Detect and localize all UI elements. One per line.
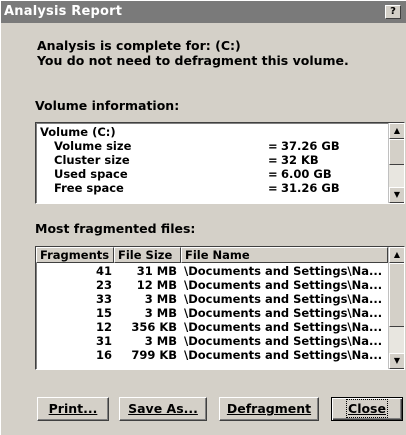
title-bar[interactable]: Analysis Report ?	[1, 1, 406, 23]
free-space-value: 31.26 GB	[281, 181, 340, 195]
table-row[interactable]: 41 31 MB \Documents and Settings\Na...	[36, 264, 388, 278]
file-rows: 41 31 MB \Documents and Settings\Na... 2…	[36, 264, 388, 362]
file-size-cell: 356 KB	[131, 320, 177, 334]
column-header-file-size[interactable]: File Size	[114, 247, 181, 263]
file-name-cell: \Documents and Settings\Na...	[184, 306, 383, 320]
column-header-fragments[interactable]: Fragments	[36, 247, 114, 263]
volume-row-used: Used space = 6.00 GB	[40, 167, 388, 181]
volume-size-label: Volume size	[54, 139, 132, 153]
defragment-button[interactable]: Defragment	[219, 397, 319, 421]
scroll-down-arrow-icon[interactable]: ▼	[389, 353, 404, 369]
volume-size-value: 37.26 GB	[281, 139, 340, 153]
file-size-cell: 12 MB	[136, 278, 177, 292]
file-name-cell: \Documents and Settings\Na...	[184, 348, 383, 362]
volume-info-scrollbar[interactable]: ▲ ▼	[388, 123, 404, 203]
volume-info-label: Volume information:	[35, 98, 180, 113]
file-name-cell: \Documents and Settings\Na...	[184, 334, 383, 348]
file-name-cell: \Documents and Settings\Na...	[184, 278, 383, 292]
file-size-cell: 3 MB	[144, 334, 177, 348]
window-title: Analysis Report	[4, 4, 123, 19]
fragmented-files-list[interactable]: Fragments File Size File Name 41 31 MB \…	[35, 246, 405, 370]
file-name-cell: \Documents and Settings\Na...	[184, 264, 383, 278]
file-size-cell: 3 MB	[144, 306, 177, 320]
free-space-label: Free space	[54, 181, 124, 195]
table-row[interactable]: 33 3 MB \Documents and Settings\Na...	[36, 292, 388, 306]
save-as-button-label: Save As...	[128, 401, 198, 416]
scroll-down-arrow-icon[interactable]: ▼	[389, 187, 404, 203]
scroll-up-arrow-icon[interactable]: ▲	[389, 123, 404, 139]
volume-row-free: Free space = 31.26 GB	[40, 181, 388, 195]
fragmented-files-label: Most fragmented files:	[35, 221, 196, 236]
file-size-cell: 3 MB	[144, 292, 177, 306]
column-header-file-name[interactable]: File Name	[181, 247, 388, 263]
table-row[interactable]: 12 356 KB \Documents and Settings\Na...	[36, 320, 388, 334]
help-button[interactable]: ?	[385, 5, 401, 19]
fragments-cell: 12	[95, 320, 112, 334]
file-size-cell: 799 KB	[131, 348, 177, 362]
file-name-cell: \Documents and Settings\Na...	[184, 292, 383, 306]
cluster-size-value: 32 KB	[281, 153, 319, 167]
fragments-cell: 15	[95, 306, 112, 320]
print-button-label: Print...	[48, 401, 98, 416]
file-size-cell: 31 MB	[136, 264, 177, 278]
analysis-summary: Analysis is complete for: (C:) You do no…	[37, 38, 349, 68]
files-list-scrollbar[interactable]: ▲ ▼	[388, 247, 404, 369]
scroll-thumb[interactable]	[389, 139, 404, 165]
table-row[interactable]: 16 799 KB \Documents and Settings\Na...	[36, 348, 388, 362]
used-space-label: Used space	[54, 167, 128, 181]
analysis-report-dialog: Analysis Report ? Analysis is complete f…	[0, 0, 406, 435]
summary-line-1: Analysis is complete for: (C:)	[37, 38, 241, 53]
fragments-cell: 31	[95, 334, 112, 348]
scroll-up-arrow-icon[interactable]: ▲	[389, 247, 404, 263]
close-button-label: Close	[346, 399, 388, 418]
close-button[interactable]: Close	[331, 397, 403, 421]
volume-name: Volume (C:)	[40, 125, 116, 139]
equals-sign: =	[268, 139, 278, 153]
volume-row-header: Volume (C:)	[40, 125, 388, 139]
summary-line-2: You do not need to defragment this volum…	[37, 53, 349, 68]
table-row[interactable]: 15 3 MB \Documents and Settings\Na...	[36, 306, 388, 320]
used-space-value: 6.00 GB	[281, 167, 332, 181]
fragments-cell: 41	[95, 264, 112, 278]
defragment-button-label: Defragment	[226, 401, 312, 416]
volume-row-cluster: Cluster size = 32 KB	[40, 153, 388, 167]
fragments-cell: 23	[95, 278, 112, 292]
file-name-cell: \Documents and Settings\Na...	[184, 320, 383, 334]
equals-sign: =	[268, 181, 278, 195]
scroll-thumb[interactable]	[389, 263, 404, 327]
table-row[interactable]: 31 3 MB \Documents and Settings\Na...	[36, 334, 388, 348]
table-row[interactable]: 23 12 MB \Documents and Settings\Na...	[36, 278, 388, 292]
volume-info-list: Volume (C:) Volume size = 37.26 GB Clust…	[40, 125, 388, 195]
fragments-cell: 16	[95, 348, 112, 362]
volume-info-box[interactable]: Volume (C:) Volume size = 37.26 GB Clust…	[35, 122, 405, 204]
volume-row-size: Volume size = 37.26 GB	[40, 139, 388, 153]
fragments-cell: 33	[95, 292, 112, 306]
equals-sign: =	[268, 153, 278, 167]
equals-sign: =	[268, 167, 278, 181]
print-button[interactable]: Print...	[37, 397, 109, 421]
cluster-size-label: Cluster size	[54, 153, 130, 167]
save-as-button[interactable]: Save As...	[119, 397, 207, 421]
